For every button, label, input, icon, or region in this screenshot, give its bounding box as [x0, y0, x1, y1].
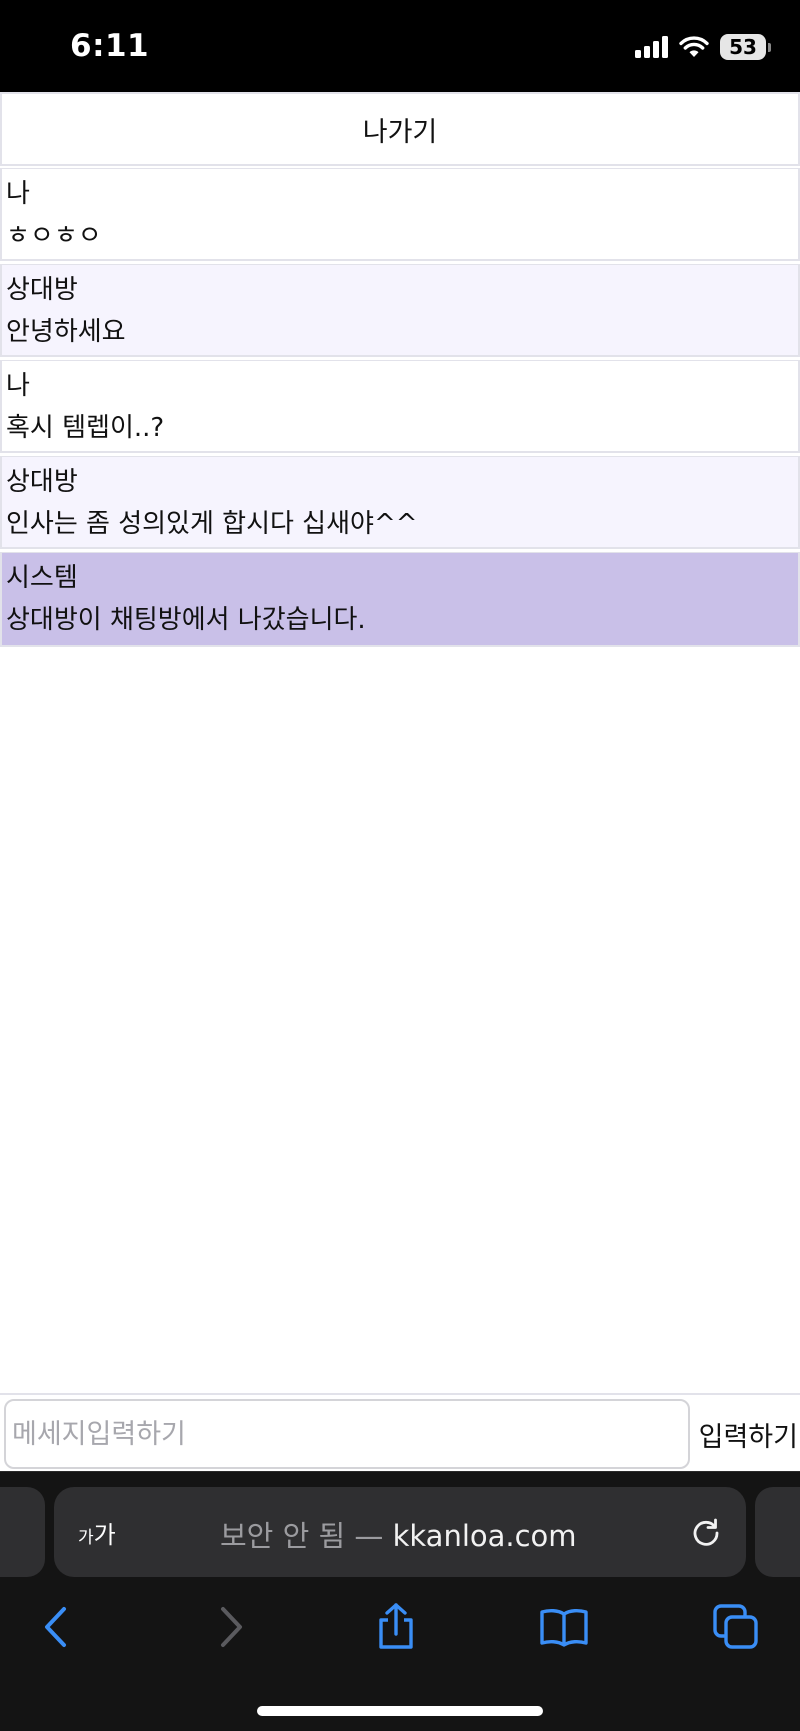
message-sender: 나 [6, 179, 30, 209]
page-settings-button[interactable]: 가가 [78, 1515, 116, 1550]
reload-icon[interactable] [688, 1514, 724, 1550]
message-sender: 상대방 [6, 275, 78, 305]
message-item: 나 혹시 템렙이..? [0, 360, 800, 453]
signal-icon [635, 36, 668, 58]
message-text: ㅎㅇㅎㅇ [6, 221, 102, 251]
url-text: 보안 안 됨 — kkanloa.com [220, 1513, 577, 1555]
wifi-icon [679, 36, 709, 57]
back-icon[interactable] [32, 1602, 82, 1652]
message-item: 나 ㅎㅇㅎㅇ [0, 168, 800, 261]
tabs-icon[interactable] [711, 1602, 761, 1652]
message-text: 상대방이 채팅방에서 나갔습니다. [6, 605, 366, 635]
exit-button[interactable]: 나가기 [0, 92, 800, 166]
message-text: 안녕하세요 [6, 317, 126, 347]
message-text: 인사는 좀 성의있게 합시다 십새야^^ [6, 509, 418, 539]
address-bar[interactable]: 가가 보안 안 됨 — kkanloa.com [54, 1487, 746, 1577]
chat-page: 나가기 나 ㅎㅇㅎㅇ 상대방 안녕하세요 나 혹시 템렙이..? 상대방 인사는… [0, 92, 800, 1442]
bookmarks-icon[interactable] [539, 1602, 589, 1652]
next-tab-peek[interactable] [755, 1487, 800, 1577]
previous-tab-peek[interactable] [0, 1487, 45, 1577]
message-item: 상대방 안녕하세요 [0, 264, 800, 357]
battery-icon: 53 [720, 34, 771, 60]
browser-toolbar: 가가 보안 안 됨 — kkanloa.com [0, 1471, 800, 1731]
message-text: 혹시 템렙이..? [6, 413, 165, 443]
browser-nav-row [0, 1592, 800, 1662]
system-message: 시스템 상대방이 채팅방에서 나갔습니다. [0, 552, 800, 647]
status-time: 6:11 [70, 28, 150, 64]
message-list: 나 ㅎㅇㅎㅇ 상대방 안녕하세요 나 혹시 템렙이..? 상대방 인사는 좀 성… [0, 168, 800, 650]
status-icons: 53 [635, 32, 771, 62]
share-icon[interactable] [371, 1602, 421, 1652]
message-item: 상대방 인사는 좀 성의있게 합시다 십새야^^ [0, 456, 800, 549]
message-input-row: 입력하기 [0, 1393, 800, 1471]
send-button[interactable]: 입력하기 [699, 1405, 798, 1463]
battery-level: 53 [729, 35, 757, 59]
message-sender: 나 [6, 371, 30, 401]
message-sender: 시스템 [6, 563, 78, 593]
status-bar: 6:11 53 [0, 0, 800, 92]
forward-icon[interactable] [205, 1602, 255, 1652]
home-indicator [257, 1706, 543, 1716]
url-domain: kkanloa.com [392, 1519, 577, 1553]
message-sender: 상대방 [6, 467, 78, 497]
security-warning: 보안 안 됨 — [220, 1519, 393, 1553]
message-input[interactable] [4, 1399, 690, 1469]
